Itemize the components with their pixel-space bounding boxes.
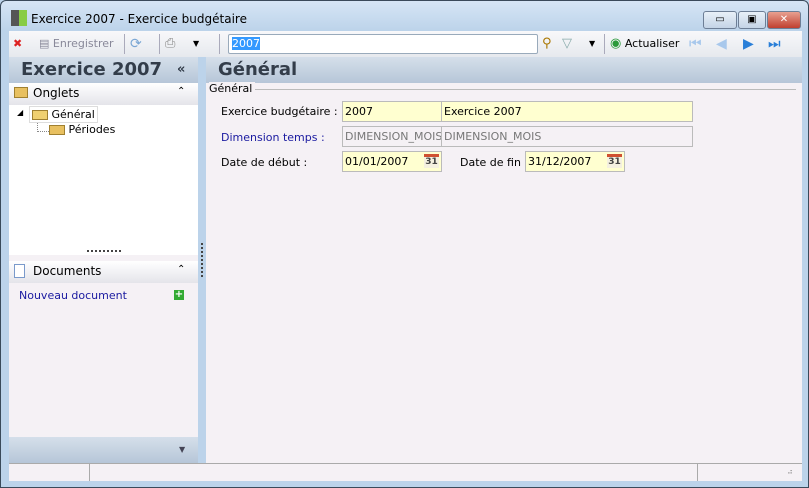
end-date-value: 31/12/2007 [528,155,592,168]
refresh-button[interactable]: ◉ Actualiser [610,35,679,53]
separator [604,34,605,54]
save-label: Enregistrer [52,37,114,50]
folder-icon [49,125,65,135]
tree-connector [37,123,49,132]
sync-icon[interactable]: ⟳ [130,35,142,53]
collapse-section-icon[interactable]: ⌃ [177,264,185,275]
search-icon[interactable]: ⚲ [542,35,552,53]
chevron-down-icon[interactable]: ▼ [179,445,185,454]
documents-section-label: Documents [33,264,102,278]
maximize-button[interactable]: ▣ [738,11,766,29]
main-header: Général [206,57,802,83]
collapse-section-icon[interactable]: ⌃ [177,86,185,97]
last-record-icon[interactable]: ⏭ [768,36,781,52]
refresh-icon: ◉ [610,36,622,51]
close-button[interactable]: ✕ [767,11,801,29]
tree-item-general[interactable]: Général [29,106,98,123]
status-divider [697,464,698,481]
separator [219,34,220,54]
separator [159,34,160,54]
search-input[interactable]: 2007 [228,34,538,54]
dimension-code-field: DIMENSION_MOIS [342,126,442,147]
tree-item-label: Général [51,108,95,121]
window-title: Exercice 2007 - Exercice budgétaire [31,12,247,26]
save-button[interactable]: ▤ Enregistrer [39,35,114,53]
record-title: Exercice 2007 [21,59,163,80]
status-divider [89,464,90,481]
calendar-icon[interactable]: 31 [607,154,622,168]
dimension-label[interactable]: Dimension temps : [221,131,325,144]
left-panel-header: Exercice 2007 « [9,57,198,83]
status-bar: ⠴ [9,463,802,481]
next-record-icon[interactable]: ▶ [743,36,754,52]
resize-grip-icon[interactable]: ⠴ [787,467,793,476]
toolbar: ✖ ▤ Enregistrer ⟳ ⎙ ▼ 2007 ⚲ ▽ ▼ ◉ Actua… [9,31,802,57]
refresh-label: Actualiser [624,37,680,50]
exercice-name-field[interactable]: Exercice 2007 [441,101,693,122]
main-panel: Général Général Exercice budgétaire : 20… [206,57,802,463]
left-panel: Exercice 2007 « Onglets ⌃ ◢ Général Pério… [9,57,198,463]
app-icon [11,10,27,26]
add-icon[interactable]: + [174,290,184,300]
filter-icon[interactable]: ▽ [562,35,572,53]
tabs-section-header[interactable]: Onglets ⌃ [9,83,198,105]
tabs-section-label: Onglets [33,86,80,100]
print-icon[interactable]: ⎙ [165,35,175,53]
folder-icon [14,87,28,98]
dimension-name-field: DIMENSION_MOIS [441,126,693,147]
previous-record-icon[interactable]: ◀ [716,36,727,52]
application-window: Exercice 2007 - Exercice budgétaire ▭ ▣ … [0,0,809,488]
panel-footer: ▼ [9,437,198,463]
open-folder-icon [32,110,48,120]
minimize-button[interactable]: ▭ [703,11,737,29]
end-date-label: Date de fin : [460,156,529,169]
start-date-label: Date de début : [221,156,308,169]
splitter-handle[interactable] [87,250,121,252]
collapse-panel-button[interactable]: « [177,62,185,77]
print-dropdown-icon[interactable]: ▼ [193,35,199,53]
expand-icon[interactable]: ◢ [17,108,23,117]
delete-icon[interactable]: ✖ [13,35,22,53]
group-label: Général [209,82,256,95]
separator [124,34,125,54]
documents-section-header[interactable]: Documents ⌃ [9,261,198,283]
first-record-icon[interactable]: ⏮ [689,36,702,52]
exercice-code-field[interactable]: 2007 [342,101,442,122]
vertical-splitter[interactable] [201,243,203,277]
new-document-link[interactable]: Nouveau document [19,289,127,302]
start-date-value: 01/01/2007 [345,155,409,168]
page-title: Général [218,59,298,80]
tabs-tree: ◢ Général Périodes [9,105,198,255]
save-icon: ▤ [39,37,50,50]
exercice-label: Exercice budgétaire : [221,105,338,118]
calendar-icon[interactable]: 31 [424,154,439,168]
tree-item-periodes[interactable]: Périodes [49,123,115,136]
tree-item-label: Périodes [68,123,116,136]
document-icon [14,264,25,278]
group-divider [246,89,796,90]
filter-dropdown-icon[interactable]: ▼ [589,35,595,53]
search-value: 2007 [232,37,260,50]
